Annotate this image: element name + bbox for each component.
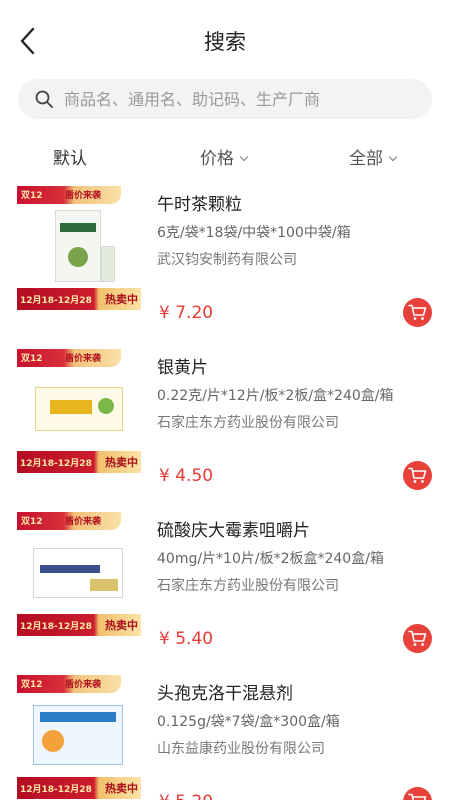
box-emblem [90,579,118,591]
hot-sale-badge: 热卖中 [105,293,138,306]
search-input[interactable] [64,79,414,119]
product-name[interactable]: 银黄片 [157,353,208,378]
promo-tag: 双12 [21,517,43,527]
product-name[interactable]: 午时茶颗粒 [157,190,242,215]
cart-icon [408,467,427,483]
chevron-down-icon [388,152,398,162]
product-spec: 40mg/片*10片/板*2板盒*240盒/箱 [157,551,384,567]
hot-sale-badge: 热卖中 [105,619,138,632]
promo-date: 12月18-12月28 [20,785,92,795]
hot-sale-badge: 热卖中 [105,456,138,469]
product-box [35,387,123,431]
product-image[interactable]: 双12 盾价来袭 12月18-12月28 热卖中 [17,349,141,473]
product-image[interactable]: 双12 盾价来袭 12月18-12月28 热卖中 [17,512,141,636]
sort-default-label: 默认 [53,149,87,169]
promo-tag: 盾价来袭 [65,354,102,364]
product-item[interactable]: 双12 盾价来袭 12月18-12月28 热卖中 银黄片 0.22克/片*12片… [0,345,450,508]
product-name[interactable]: 头孢克洛干混悬剂 [157,679,293,704]
promo-tag: 双12 [21,191,43,201]
box-label [40,712,116,722]
header: 搜索 [0,0,450,80]
product-manufacturer: 山东益康药业股份有限公司 [157,741,325,757]
box-emblem [42,730,64,752]
product-name[interactable]: 硫酸庆大霉素咀嚼片 [157,516,310,541]
product-item[interactable]: 双12 盾价来袭 12月18-12月28 热卖中 午时茶颗粒 6克/袋*18袋/… [0,182,450,345]
product-manufacturer: 石家庄东方药业股份有限公司 [157,415,339,431]
sort-price-tab[interactable]: 价格 [200,144,249,169]
product-manufacturer: 石家庄东方药业股份有限公司 [157,578,339,594]
promo-tag: 双12 [21,354,43,364]
promo-tag: 盾价来袭 [65,191,102,201]
product-item[interactable]: 双12 盾价来袭 12月18-12月28 热卖中 头孢克洛干混悬剂 0.125g… [0,671,450,800]
product-image[interactable]: 双12 盾价来袭 12月18-12月28 热卖中 [17,675,141,799]
promo-date: 12月18-12月28 [20,296,92,306]
add-to-cart-button[interactable] [403,298,432,327]
product-spec: 0.22克/片*12片/板*2板/盒*240盒/箱 [157,388,394,404]
add-to-cart-button[interactable] [403,461,432,490]
product-image[interactable]: 双12 盾价来袭 12月18-12月28 热卖中 [17,186,141,310]
chevron-down-icon [239,152,249,162]
sort-filter-bar: 默认 价格 全部 [0,138,450,174]
product-box [33,548,123,598]
cart-icon [408,793,427,800]
sort-price-label: 价格 [200,149,234,169]
cart-icon [408,630,427,646]
promo-tag: 双12 [21,680,43,690]
search-bar[interactable] [18,79,432,119]
product-price: ¥ 4.50 [159,466,214,486]
product-price: ¥ 7.20 [159,303,214,323]
box-emblem [98,398,114,414]
page-title: 搜索 [204,30,246,54]
product-box [55,210,101,282]
product-price: ¥ 5.40 [159,629,214,649]
box-label [50,400,92,414]
promo-tag: 盾价来袭 [65,680,102,690]
product-manufacturer: 武汉钧安制药有限公司 [157,252,297,268]
add-to-cart-button[interactable] [403,787,432,800]
sort-default-tab[interactable]: 默认 [53,144,87,169]
cart-icon [408,304,427,320]
product-price: ¥ 5.20 [159,792,213,800]
hot-sale-badge: 热卖中 [105,782,138,795]
product-spec: 6克/袋*18袋/中袋*100中袋/箱 [157,225,351,241]
promo-tag: 盾价来袭 [65,517,102,527]
product-item[interactable]: 双12 盾价来袭 12月18-12月28 热卖中 硫酸庆大霉素咀嚼片 40mg/… [0,508,450,671]
add-to-cart-button[interactable] [403,624,432,653]
product-box [33,705,123,765]
box-emblem [68,247,88,267]
promo-date: 12月18-12月28 [20,459,92,469]
filter-all-label: 全部 [349,149,383,169]
search-icon [35,90,53,108]
filter-all-dropdown[interactable]: 全部 [349,144,398,169]
product-box-side [101,246,115,282]
box-label [60,223,96,232]
box-label [40,565,100,573]
product-spec: 0.125g/袋*7袋/盒*300盒/箱 [157,714,340,730]
promo-date: 12月18-12月28 [20,622,92,632]
